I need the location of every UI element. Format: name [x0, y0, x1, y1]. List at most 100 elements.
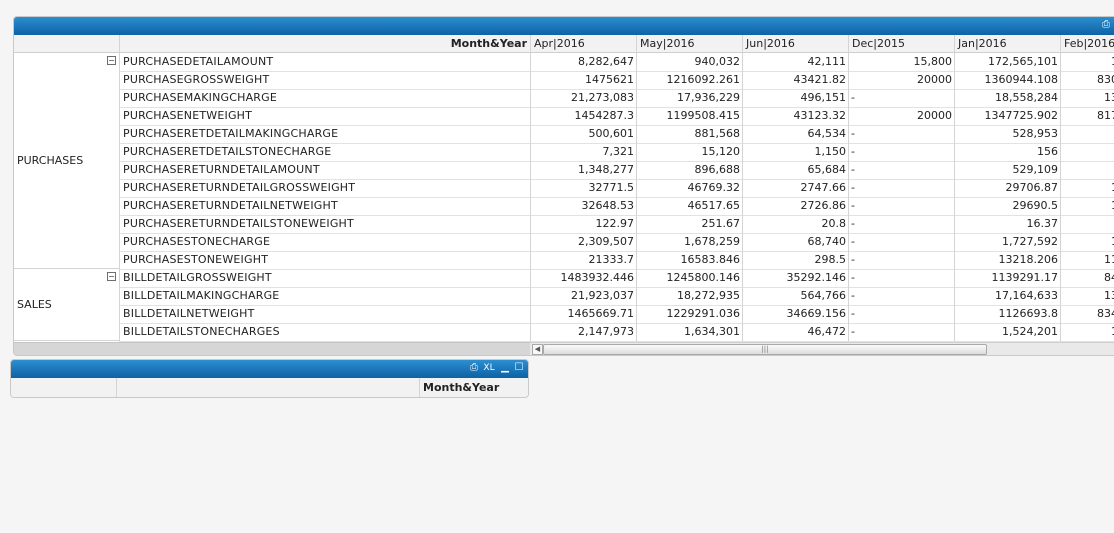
- excel-icon[interactable]: XL: [482, 362, 496, 374]
- row-label[interactable]: PURCHASERETURNDETAILGROSSWEIGHT: [119, 179, 530, 197]
- value-cell: [1060, 161, 1114, 179]
- table-row: PURCHASEDETAILAMOUNT 8,282,647 940,032 42,1…: [119, 53, 1114, 72]
- value-cell: 2726.86: [742, 197, 848, 215]
- value-cell: 1: [1060, 233, 1114, 251]
- value-cell: 32771.5: [530, 179, 636, 197]
- value-cell: 496,151: [742, 89, 848, 107]
- value-cell: 29706.87: [954, 179, 1060, 197]
- group-label[interactable]: PURCHASES: [14, 53, 119, 269]
- value-cell: 1475621: [530, 71, 636, 89]
- value-cell: 817: [1060, 107, 1114, 125]
- row-label[interactable]: PURCHASERETURNDETAILNETWEIGHT: [119, 197, 530, 215]
- column-header[interactable]: Dec|2015: [848, 35, 954, 52]
- row-label[interactable]: PURCHASESTONECHARGE: [119, 233, 530, 251]
- value-cell: 32648.53: [530, 197, 636, 215]
- value-cell: -: [848, 89, 954, 107]
- table-row: BILLDETAILNETWEIGHT 1465669.71 1229291.036…: [119, 305, 1114, 324]
- value-cell: 20000: [848, 107, 954, 125]
- row-label[interactable]: BILLDETAILSTONECHARGES: [119, 323, 530, 341]
- column-header[interactable]: Feb|2016: [1060, 35, 1114, 52]
- column-header[interactable]: Jan|2016: [954, 35, 1060, 52]
- value-cell: 1465669.71: [530, 305, 636, 323]
- value-cell: 13: [1060, 89, 1114, 107]
- value-cell: 7,321: [530, 143, 636, 161]
- row-label[interactable]: PURCHASERETURNDETAILAMOUNT: [119, 161, 530, 179]
- value-cell: -: [848, 323, 954, 341]
- caption-bar[interactable]: ⎙: [14, 17, 1114, 35]
- value-cell: 65,684: [742, 161, 848, 179]
- value-cell: 172,565,101: [954, 53, 1060, 71]
- scroll-thumb[interactable]: |||: [543, 344, 987, 355]
- row-label[interactable]: BILLDETAILMAKINGCHARGE: [119, 287, 530, 305]
- value-cell: 18,558,284: [954, 89, 1060, 107]
- column-header[interactable]: Jun|2016: [742, 35, 848, 52]
- header-blank: [11, 378, 116, 397]
- row-label[interactable]: PURCHASEMAKINGCHARGE: [119, 89, 530, 107]
- value-cell: 15,120: [636, 143, 742, 161]
- value-cell: 1245800.146: [636, 269, 742, 287]
- value-cell: -: [848, 179, 954, 197]
- value-cell: 21,923,037: [530, 287, 636, 305]
- row-label[interactable]: PURCHASERETDETAILMAKINGCHARGE: [119, 125, 530, 143]
- value-cell: 17,936,229: [636, 89, 742, 107]
- column-header[interactable]: Apr|2016: [530, 35, 636, 52]
- minimize-icon[interactable]: ▁: [499, 362, 511, 374]
- value-cell: 1,524,201: [954, 323, 1060, 341]
- row-label[interactable]: PURCHASENETWEIGHT: [119, 107, 530, 125]
- value-cell: 528,953: [954, 125, 1060, 143]
- horizontal-scrollbar[interactable]: ◀ |||: [530, 342, 1114, 355]
- value-cell: 42,111: [742, 53, 848, 71]
- value-cell: 11: [1060, 251, 1114, 269]
- group-label[interactable]: SALES: [14, 269, 119, 341]
- value-cell: 298.5: [742, 251, 848, 269]
- value-cell: -: [848, 269, 954, 287]
- value-cell: 13218.206: [954, 251, 1060, 269]
- value-cell: 896,688: [636, 161, 742, 179]
- collapse-toggle-icon[interactable]: −: [107, 56, 116, 65]
- value-cell: 830: [1060, 71, 1114, 89]
- caption-bar-secondary[interactable]: ⎙ XL ▁ ☐: [11, 360, 528, 378]
- row-label[interactable]: BILLDETAILNETWEIGHT: [119, 305, 530, 323]
- row-label[interactable]: PURCHASEDETAILAMOUNT: [119, 53, 530, 71]
- row-label[interactable]: PURCHASERETDETAILSTONECHARGE: [119, 143, 530, 161]
- value-cell: 21333.7: [530, 251, 636, 269]
- table-row: PURCHASESTONECHARGE 2,309,507 1,678,259 68,…: [119, 233, 1114, 252]
- value-cell: 16.37: [954, 215, 1060, 233]
- value-cell: 15,800: [848, 53, 954, 71]
- value-cell: 1: [1060, 323, 1114, 341]
- value-cell: -: [848, 305, 954, 323]
- print-icon[interactable]: ⎙: [1100, 19, 1112, 31]
- pivot-table-main: ⎙ Month&Year Apr|2016 May|2016 Jun|2016 …: [13, 16, 1114, 356]
- value-cell: 68,740: [742, 233, 848, 251]
- value-cell: 20000: [848, 71, 954, 89]
- header-blank-1: [14, 35, 119, 52]
- value-cell: 1360944.108: [954, 71, 1060, 89]
- value-cell: 1139291.17: [954, 269, 1060, 287]
- value-cell: 8,282,647: [530, 53, 636, 71]
- scroll-left-button[interactable]: ◀: [532, 344, 543, 355]
- maximize-icon[interactable]: ☐: [513, 362, 525, 374]
- value-cell: 1,150: [742, 143, 848, 161]
- value-cell: 64,534: [742, 125, 848, 143]
- column-header[interactable]: May|2016: [636, 35, 742, 52]
- pivot-table-secondary: ⎙ XL ▁ ☐ Month&Year: [10, 359, 529, 398]
- value-cell: 20.8: [742, 215, 848, 233]
- row-label[interactable]: BILLDETAILGROSSWEIGHT: [119, 269, 530, 287]
- dimension-header[interactable]: Month&Year: [119, 35, 530, 52]
- value-cell: 122.97: [530, 215, 636, 233]
- collapse-toggle-icon[interactable]: −: [107, 272, 116, 281]
- value-cell: 2747.66: [742, 179, 848, 197]
- value-cell: 17,164,633: [954, 287, 1060, 305]
- row-label[interactable]: PURCHASESTONEWEIGHT: [119, 251, 530, 269]
- row-label[interactable]: PURCHASERETURNDETAILSTONEWEIGHT: [119, 215, 530, 233]
- header-blank-2: [116, 378, 419, 397]
- table-row: PURCHASERETURNDETAILNETWEIGHT 32648.53 465…: [119, 197, 1114, 216]
- value-cell: 1454287.3: [530, 107, 636, 125]
- value-cell: 1: [1060, 53, 1114, 71]
- value-cell: 940,032: [636, 53, 742, 71]
- dimension-header[interactable]: Month&Year: [419, 378, 528, 397]
- row-label[interactable]: PURCHASEGROSSWEIGHT: [119, 71, 530, 89]
- value-cell: 529,109: [954, 161, 1060, 179]
- value-cell: 1483932.446: [530, 269, 636, 287]
- print-icon[interactable]: ⎙: [468, 362, 480, 374]
